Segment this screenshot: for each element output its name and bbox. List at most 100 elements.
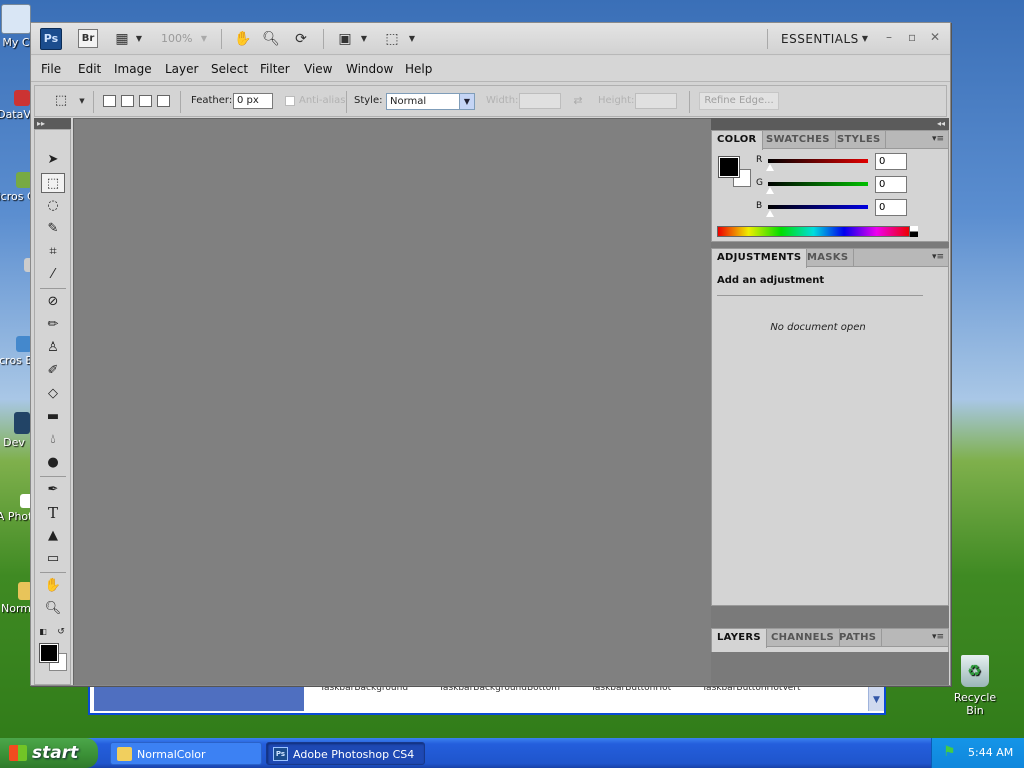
- tab-layers[interactable]: LAYERS: [712, 629, 767, 648]
- tab-adjustments[interactable]: ADJUSTMENTS: [712, 249, 808, 268]
- chevron-down-icon[interactable]: ▼: [407, 29, 417, 49]
- default-colors-icon[interactable]: ◧: [37, 622, 49, 642]
- menu-window[interactable]: Window: [346, 62, 393, 76]
- swap-dimensions-icon[interactable]: ⇄: [571, 91, 585, 111]
- tab-channels[interactable]: CHANNELS: [766, 629, 840, 647]
- menu-layer[interactable]: Layer: [165, 62, 198, 76]
- width-label: Width:: [486, 95, 519, 106]
- background-explorer-window[interactable]: TaskbarBackground TaskbarBackgroundBotto…: [88, 683, 886, 715]
- feather-input[interactable]: 0 px: [233, 93, 273, 109]
- new-selection-button[interactable]: [103, 95, 116, 107]
- layers-panel-tabs: LAYERS CHANNELS PATHS: [712, 629, 948, 648]
- anti-alias-checkbox[interactable]: [285, 96, 295, 106]
- chevron-down-icon[interactable]: ▼: [860, 29, 870, 49]
- menu-view[interactable]: View: [304, 62, 332, 76]
- desktop-icon-recycle-bin[interactable]: Recycle Bin: [944, 655, 1006, 717]
- blue-slider-thumb[interactable]: [766, 210, 774, 217]
- history-brush-tool-icon[interactable]: ✐: [41, 361, 65, 381]
- green-slider[interactable]: [768, 182, 868, 186]
- hand-tool-icon[interactable]: ✋: [233, 29, 253, 49]
- blue-slider[interactable]: [768, 205, 868, 209]
- menu-help[interactable]: Help: [405, 62, 432, 76]
- dodge-tool-icon[interactable]: ●: [41, 453, 65, 473]
- chevron-down-icon[interactable]: ▼: [134, 29, 144, 49]
- lasso-tool-icon[interactable]: ◌: [41, 196, 65, 216]
- subtract-from-selection-button[interactable]: [139, 95, 152, 107]
- height-label: Height:: [598, 95, 635, 106]
- blur-tool-icon[interactable]: 💧︎: [41, 430, 65, 450]
- scroll-down-button[interactable]: ▼: [868, 683, 884, 711]
- taskbar-button-photoshop[interactable]: Ps Adobe Photoshop CS4: [266, 742, 425, 765]
- black-white-ramp[interactable]: [910, 226, 918, 237]
- zoom-level[interactable]: 100%: [161, 32, 192, 45]
- hand-tool-icon[interactable]: ✋: [41, 576, 65, 596]
- green-slider-thumb[interactable]: [766, 187, 774, 194]
- taskbar-button-normalcolor[interactable]: NormalColor: [110, 742, 262, 765]
- width-input[interactable]: [519, 93, 561, 109]
- panel-menu-icon[interactable]: ▾≡: [932, 252, 944, 262]
- separator: [221, 29, 222, 49]
- green-value-input[interactable]: 0: [875, 176, 907, 193]
- type-tool-icon[interactable]: T: [41, 503, 65, 523]
- tab-color[interactable]: COLOR: [712, 131, 763, 150]
- maximize-button[interactable]: ▫: [908, 30, 916, 44]
- style-select[interactable]: Normal ▼: [386, 93, 475, 110]
- rotate-view-icon[interactable]: ⟳: [291, 29, 311, 49]
- zoom-tool-icon[interactable]: 🔍︎: [261, 29, 281, 49]
- panel-menu-icon[interactable]: ▾≡: [932, 632, 944, 642]
- tool-preset-picker[interactable]: ⬚: [49, 91, 73, 111]
- foreground-color-swatch[interactable]: [718, 156, 740, 178]
- crop-tool-icon[interactable]: ⌗: [41, 242, 65, 262]
- tab-masks[interactable]: MASKS: [802, 249, 855, 267]
- move-tool-icon[interactable]: ➤: [41, 150, 65, 170]
- view-extras-button[interactable]: ▦: [113, 29, 131, 49]
- start-button[interactable]: start: [0, 738, 98, 768]
- blue-value-input[interactable]: 0: [875, 199, 907, 216]
- launch-bridge-button[interactable]: Br: [78, 29, 98, 48]
- red-slider-thumb[interactable]: [766, 164, 774, 171]
- intersect-selection-button[interactable]: [157, 95, 170, 107]
- tab-swatches[interactable]: SWATCHES: [761, 131, 836, 149]
- height-input[interactable]: [635, 93, 677, 109]
- zoom-tool-icon[interactable]: 🔍︎: [41, 599, 65, 619]
- foreground-color-swatch[interactable]: [39, 643, 59, 663]
- menu-filter[interactable]: Filter: [260, 62, 290, 76]
- tab-paths[interactable]: PATHS: [834, 629, 883, 647]
- screen-mode-icon[interactable]: ⬚: [383, 29, 401, 49]
- tab-styles[interactable]: STYLES: [832, 131, 887, 149]
- refine-edge-button[interactable]: Refine Edge...: [699, 92, 779, 110]
- red-value-input[interactable]: 0: [875, 153, 907, 170]
- arrange-documents-icon[interactable]: ▣: [336, 29, 354, 49]
- eyedropper-tool-icon[interactable]: ⁄: [41, 265, 65, 285]
- menu-file[interactable]: File: [41, 62, 61, 76]
- chevron-down-icon[interactable]: ▼: [77, 91, 87, 111]
- toolbox-collapse-button[interactable]: ▸▸: [34, 118, 71, 129]
- document-canvas-area[interactable]: [73, 118, 741, 685]
- brush-tool-icon[interactable]: ✏: [41, 315, 65, 335]
- minimize-button[interactable]: –: [886, 30, 892, 44]
- pen-tool-icon[interactable]: ✒: [41, 480, 65, 500]
- workspace-switcher[interactable]: ESSENTIALS: [781, 32, 859, 46]
- quick-selection-tool-icon[interactable]: ✎: [41, 219, 65, 239]
- red-slider[interactable]: [768, 159, 868, 163]
- menu-edit[interactable]: Edit: [78, 62, 101, 76]
- menu-select[interactable]: Select: [211, 62, 248, 76]
- add-to-selection-button[interactable]: [121, 95, 134, 107]
- clock[interactable]: 5:44 AM: [968, 738, 1013, 768]
- clone-stamp-tool-icon[interactable]: ♙: [41, 338, 65, 358]
- dock-collapse-button[interactable]: ◂◂: [711, 118, 949, 130]
- gradient-tool-icon[interactable]: ▬: [41, 407, 65, 427]
- swap-colors-icon[interactable]: ↺: [55, 622, 67, 642]
- menu-image[interactable]: Image: [114, 62, 152, 76]
- spot-healing-brush-tool-icon[interactable]: ⊘: [41, 292, 65, 312]
- network-icon[interactable]: ⚑: [943, 745, 958, 760]
- panel-menu-icon[interactable]: ▾≡: [932, 134, 944, 144]
- chevron-down-icon[interactable]: ▼: [359, 29, 369, 49]
- close-button[interactable]: ✕: [930, 30, 940, 44]
- rectangle-tool-icon[interactable]: ▭: [41, 549, 65, 569]
- eraser-tool-icon[interactable]: ◇: [41, 384, 65, 404]
- path-selection-tool-icon[interactable]: ▲: [41, 526, 65, 546]
- color-spectrum-ramp[interactable]: [717, 226, 910, 237]
- photoshop-window[interactable]: Ps Br ▦ ▼ 100% ▼ ✋ 🔍︎ ⟳ ▣ ▼ ⬚ ▼ ESSENTIA…: [30, 22, 951, 686]
- rectangular-marquee-tool-icon[interactable]: ⬚: [41, 173, 65, 193]
